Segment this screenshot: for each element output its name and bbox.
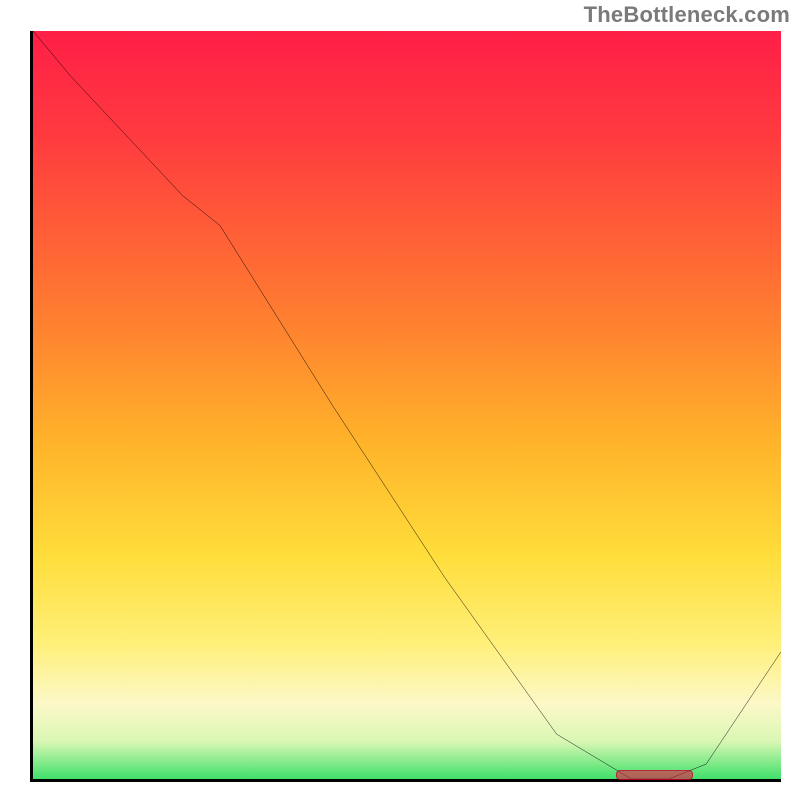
- chart-stage: TheBottleneck.com: [0, 0, 800, 800]
- plot-area: [30, 31, 781, 782]
- optimal-range-marker: [616, 770, 693, 780]
- bottleneck-curve: [33, 31, 781, 779]
- watermark-text: TheBottleneck.com: [584, 2, 790, 28]
